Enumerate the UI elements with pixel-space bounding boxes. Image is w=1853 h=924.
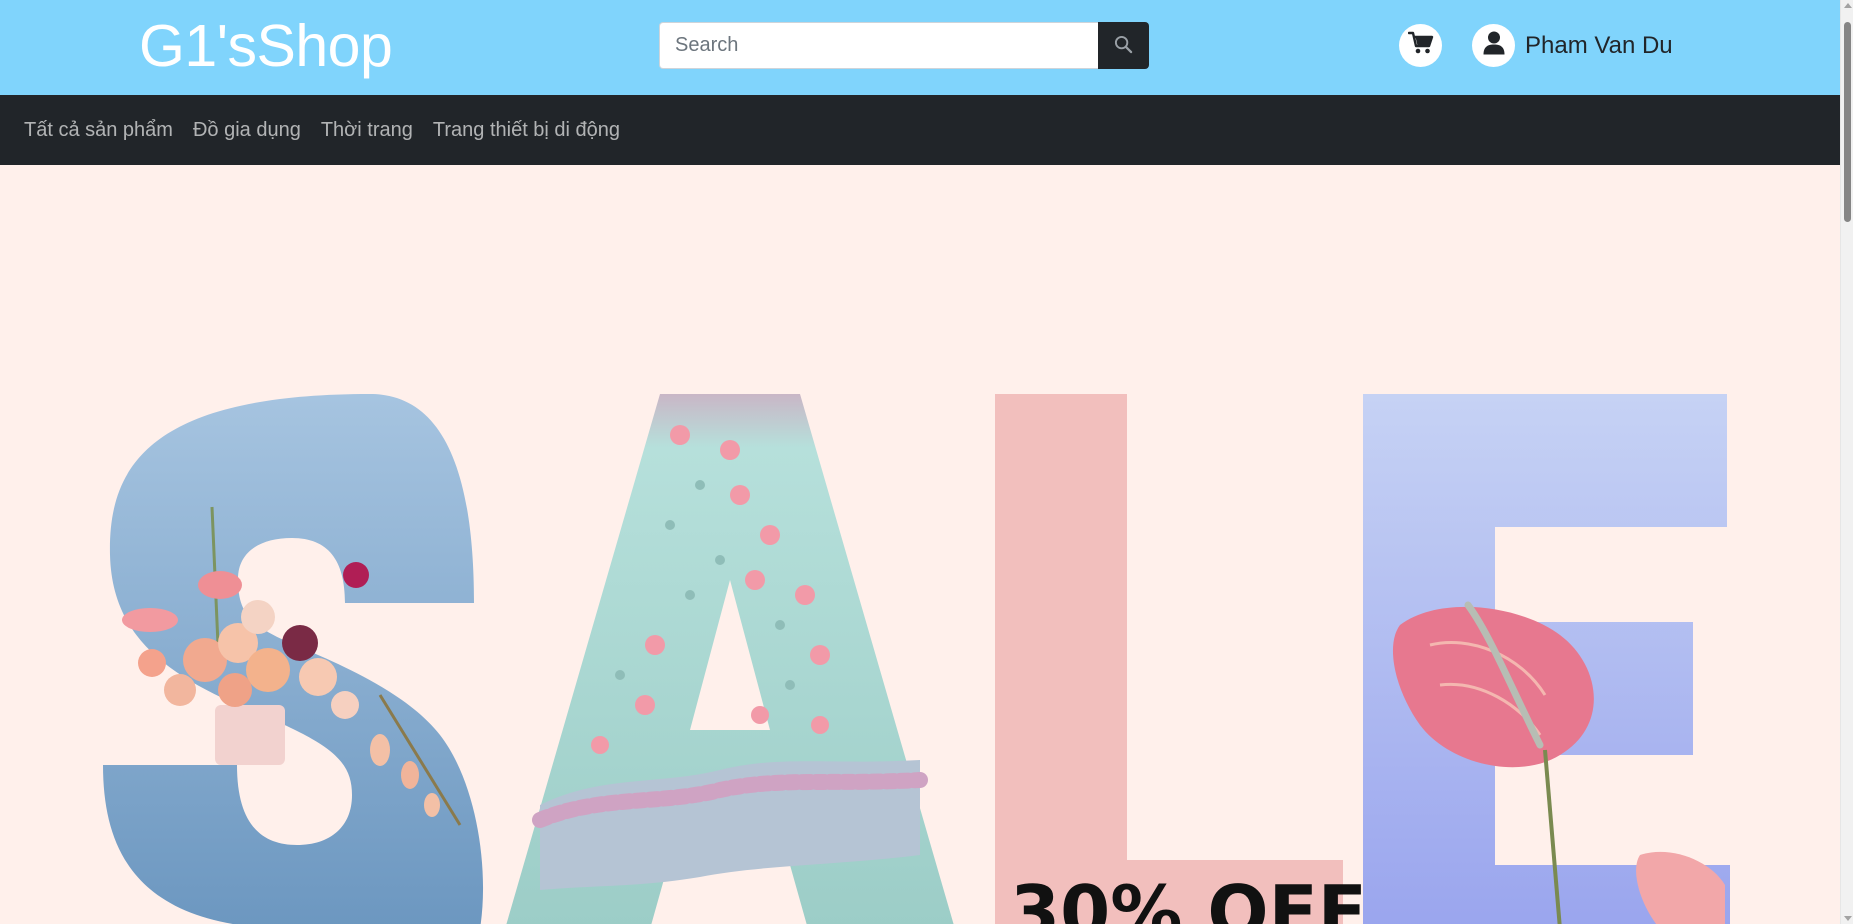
scroll-thumb[interactable] [1844, 22, 1851, 222]
page: G1'sShop Search Pham Van Du Tất cả sản p… [0, 0, 1853, 924]
user-menu[interactable]: Pham Van Du [1472, 24, 1673, 67]
sale-banner[interactable]: 30% OFF [0, 165, 1840, 924]
cart-icon [1407, 31, 1434, 60]
user-name: Pham Van Du [1525, 31, 1673, 59]
nav-item-mobile-devices[interactable]: Trang thiết bị di động [433, 119, 620, 142]
nav-item-household[interactable]: Đồ gia dụng [193, 119, 301, 142]
letter-e [1363, 394, 1730, 924]
search-form [659, 22, 1149, 69]
search-input[interactable] [659, 22, 1098, 69]
sale-banner-graphic: 30% OFF [103, 394, 1730, 924]
nav-item-fashion[interactable]: Thời trang [321, 119, 413, 142]
search-button[interactable] [1098, 22, 1149, 69]
scroll-down-arrow-icon[interactable] [1844, 916, 1852, 921]
top-header: G1'sShop Search Pham Van Du [0, 0, 1840, 95]
letter-l: 30% OFF [995, 394, 1367, 924]
avatar [1472, 24, 1515, 67]
cart-button[interactable] [1399, 24, 1442, 67]
search-icon [1114, 35, 1133, 57]
scroll-up-arrow-icon[interactable] [1844, 3, 1852, 8]
nav-item-all-products[interactable]: Tất cả sản phẩm [24, 119, 173, 142]
brand-logo[interactable]: G1'sShop [139, 8, 393, 84]
page-scrollbar[interactable] [1840, 0, 1853, 924]
offer-text: 30% OFF [1010, 870, 1367, 924]
category-nav: Tất cả sản phẩm Đồ gia dụng Thời trang T… [0, 95, 1840, 165]
letter-a [506, 394, 954, 924]
user-icon [1483, 31, 1505, 60]
letter-s [103, 394, 484, 924]
